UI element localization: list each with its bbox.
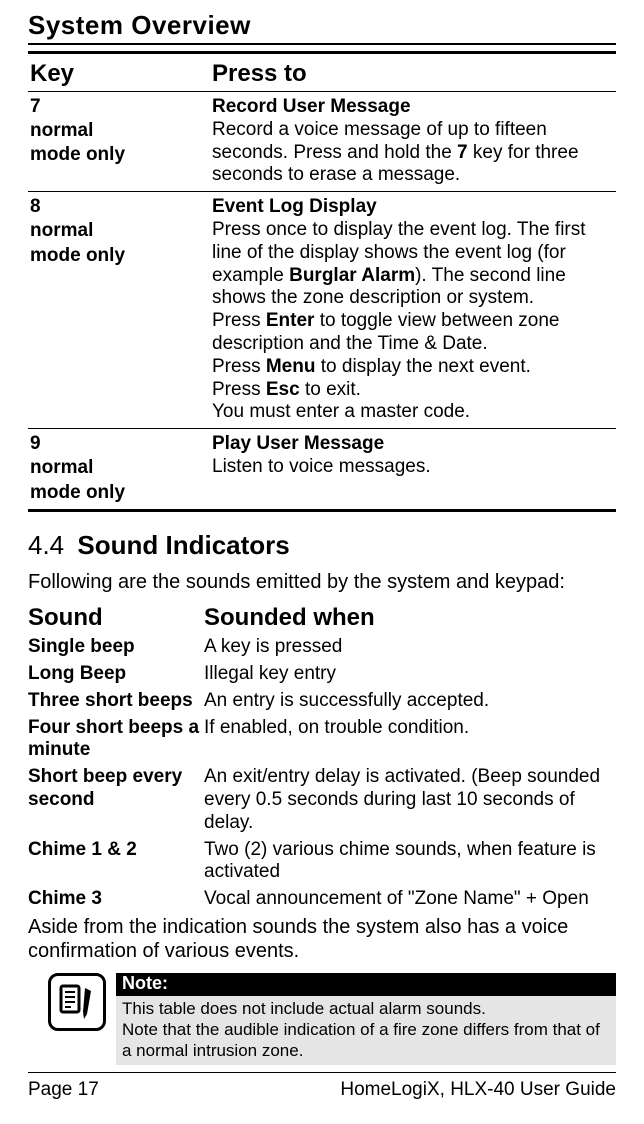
table-row: Four short beeps a minuteIf enabled, on … (28, 715, 616, 765)
note-block: Note: This table does not include actual… (48, 973, 616, 1065)
sound-cell: Short beep every second (28, 764, 204, 836)
press-to-cell: Play User MessageListen to voice message… (210, 429, 616, 511)
key-cell: 8normalmode only (28, 192, 210, 429)
aside-paragraph: Aside from the indication sounds the sys… (28, 915, 616, 963)
footer-page-number: Page 17 (28, 1079, 99, 1102)
sounded-when-cell: Illegal key entry (204, 661, 616, 688)
sound-table-header-when: Sounded when (204, 604, 616, 635)
note-body: This table does not include actual alarm… (116, 996, 616, 1066)
sound-cell: Chime 1 & 2 (28, 837, 204, 887)
table-row: Long BeepIllegal key entry (28, 661, 616, 688)
note-icon (48, 973, 106, 1031)
table-row: Chime 1 & 2Two (2) various chime sounds,… (28, 837, 616, 887)
sounded-when-cell: A key is pressed (204, 634, 616, 661)
table-row: Three short beepsAn entry is successfull… (28, 688, 616, 715)
sounded-when-cell: An entry is successfully accepted. (204, 688, 616, 715)
table-row: 9normalmode onlyPlay User MessageListen … (28, 429, 616, 511)
key-press-table: Key Press to 7normalmode onlyRecord User… (28, 51, 616, 512)
key-table-header-key: Key (28, 53, 210, 92)
sounded-when-cell: Vocal announcement of "Zone Name" + Open (204, 886, 616, 913)
sound-cell: Single beep (28, 634, 204, 661)
table-row: 7normalmode onlyRecord User MessageRecor… (28, 91, 616, 191)
sounded-when-cell: An exit/entry delay is activated. (Beep … (204, 764, 616, 836)
page-footer: Page 17 HomeLogiX, HLX-40 User Guide (28, 1072, 616, 1102)
sounded-when-cell: If enabled, on trouble condition. (204, 715, 616, 765)
key-cell: 9normalmode only (28, 429, 210, 511)
sound-cell: Three short beeps (28, 688, 204, 715)
page-header: System Overview (28, 10, 616, 41)
sound-cell: Four short beeps a minute (28, 715, 204, 765)
sounded-when-cell: Two (2) various chime sounds, when featu… (204, 837, 616, 887)
sound-indicators-table: Sound Sounded when Single beepA key is p… (28, 604, 616, 914)
footer-guide-title: HomeLogiX, HLX-40 User Guide (340, 1079, 616, 1102)
note-header: Note: (116, 973, 616, 996)
table-row: Chime 3Vocal announcement of "Zone Name"… (28, 886, 616, 913)
key-table-header-press: Press to (210, 53, 616, 92)
press-to-cell: Record User MessageRecord a voice messag… (210, 91, 616, 191)
header-rule (28, 43, 616, 45)
sound-cell: Chime 3 (28, 886, 204, 913)
section-number: 4.4 (28, 530, 64, 560)
section-heading: 4.4 Sound Indicators (28, 530, 616, 561)
section-intro: Following are the sounds emitted by the … (28, 570, 616, 594)
table-row: 8normalmode onlyEvent Log DisplayPress o… (28, 192, 616, 429)
sound-table-header-sound: Sound (28, 604, 204, 635)
sound-cell: Long Beep (28, 661, 204, 688)
press-to-cell: Event Log DisplayPress once to display t… (210, 192, 616, 429)
section-title: Sound Indicators (77, 530, 289, 560)
table-row: Short beep every secondAn exit/entry del… (28, 764, 616, 836)
table-row: Single beepA key is pressed (28, 634, 616, 661)
key-cell: 7normalmode only (28, 91, 210, 191)
